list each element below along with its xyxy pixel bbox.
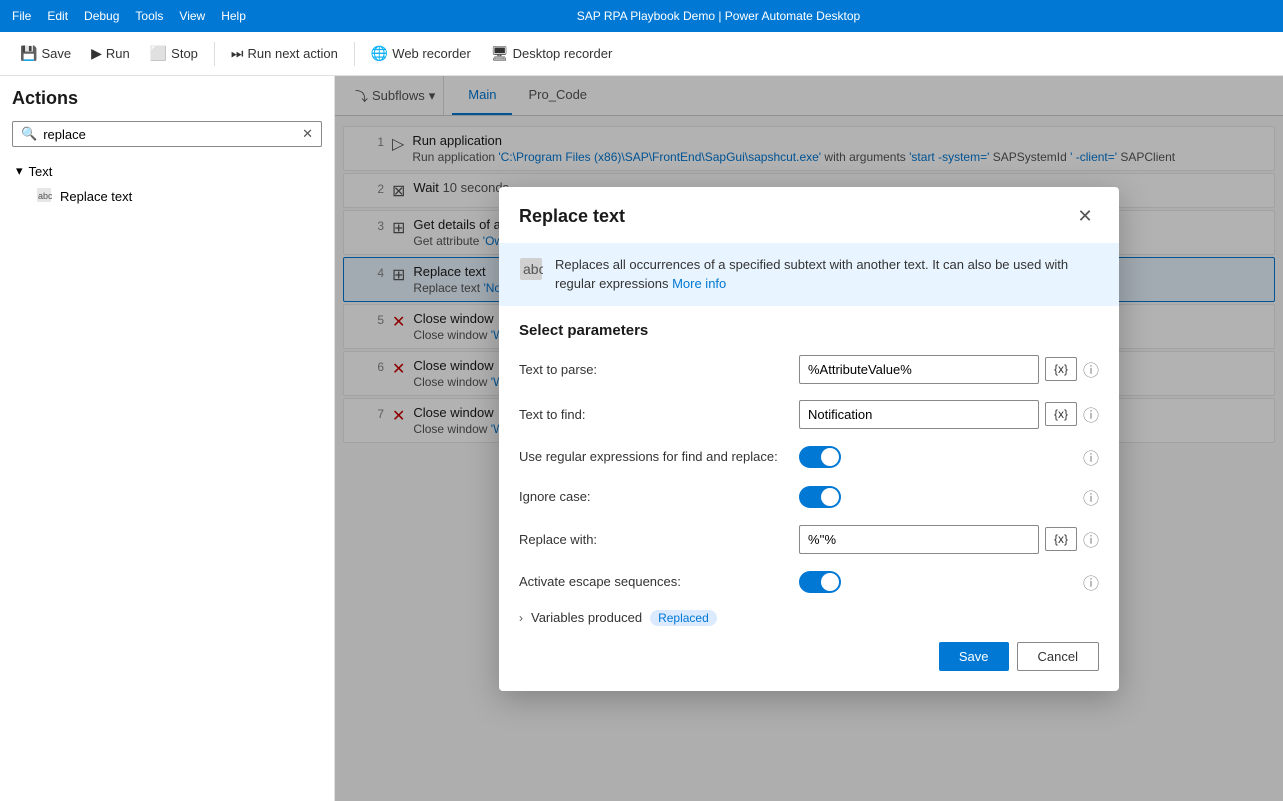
param-label: Replace with: <box>519 532 799 547</box>
variables-chevron-icon: › <box>519 611 523 625</box>
sidebar-item-replace-text[interactable]: abc Replace text <box>12 183 322 210</box>
replace-with-info-icon[interactable]: ⓘ <box>1083 527 1099 551</box>
param-label: Text to parse: <box>519 362 799 377</box>
toggle-thumb <box>821 488 839 506</box>
param-input-wrap: {x} <box>799 400 1077 429</box>
text-to-find-input[interactable] <box>799 400 1039 429</box>
param-row-ignore-case: Ignore case: ⓘ <box>519 485 1099 509</box>
dialog-save-button[interactable]: Save <box>939 642 1009 671</box>
regex-info-icon[interactable]: ⓘ <box>1083 445 1099 469</box>
toggle-thumb <box>821 448 839 466</box>
text-to-find-info-icon[interactable]: ⓘ <box>1083 402 1099 426</box>
main-layout: Actions 🔍 ✕ ▾ Text abc Replace text <box>0 76 1283 801</box>
run-next-icon: ⏭ <box>231 45 244 62</box>
param-label: Text to find: <box>519 407 799 422</box>
replace-text-dialog: Replace text ✕ abc Replaces all occurren… <box>499 187 1119 691</box>
sidebar-title: Actions <box>12 88 322 109</box>
text-to-parse-input[interactable] <box>799 355 1039 384</box>
sidebar: Actions 🔍 ✕ ▾ Text abc Replace text <box>0 76 335 801</box>
variables-label: Variables produced <box>531 610 642 625</box>
clear-search-icon[interactable]: ✕ <box>302 126 313 142</box>
param-input-wrap <box>799 486 1077 508</box>
escape-info-icon[interactable]: ⓘ <box>1083 570 1099 594</box>
menu-help[interactable]: Help <box>221 9 246 23</box>
separator <box>214 42 215 66</box>
dialog-body: Select parameters Text to parse: {x} ⓘ T… <box>499 322 1119 594</box>
toggle-thumb <box>821 573 839 591</box>
save-icon: 💾 <box>20 45 37 62</box>
app-title: SAP RPA Playbook Demo | Power Automate D… <box>577 9 860 23</box>
menu-file[interactable]: File <box>12 9 31 23</box>
stop-icon: ⬜ <box>150 45 167 62</box>
run-icon: ▶ <box>91 45 102 62</box>
param-input-wrap: {x} <box>799 525 1077 554</box>
save-button[interactable]: 💾 Save <box>12 41 79 66</box>
param-row-replace-with: Replace with: {x} ⓘ <box>519 525 1099 554</box>
run-button[interactable]: ▶ Run <box>83 41 138 66</box>
svg-text:abc: abc <box>523 261 543 277</box>
param-input-wrap: {x} <box>799 355 1077 384</box>
ignore-case-toggle[interactable] <box>799 486 841 508</box>
param-label: Ignore case: <box>519 489 799 504</box>
param-row-escape: Activate escape sequences: ⓘ <box>519 570 1099 594</box>
param-input-wrap <box>799 446 1077 468</box>
separator2 <box>354 42 355 66</box>
action-category-text: ▾ Text abc Replace text <box>12 159 322 210</box>
variables-section: › Variables produced Replaced <box>499 610 1119 626</box>
more-info-link[interactable]: More info <box>672 276 726 291</box>
category-header-text[interactable]: ▾ Text <box>12 159 322 183</box>
run-next-button[interactable]: ⏭ Run next action <box>223 41 346 66</box>
menu-tools[interactable]: Tools <box>135 9 163 23</box>
dialog-info-text: Replaces all occurrences of a specified … <box>555 255 1099 294</box>
param-label: Activate escape sequences: <box>519 574 799 589</box>
menu-bar[interactable]: File Edit Debug Tools View Help <box>12 9 246 23</box>
text-to-parse-var-button[interactable]: {x} <box>1045 357 1077 381</box>
web-recorder-icon: 🌐 <box>371 45 388 62</box>
param-input-wrap <box>799 571 1077 593</box>
section-title: Select parameters <box>519 322 1099 339</box>
param-row-regex: Use regular expressions for find and rep… <box>519 445 1099 469</box>
variables-header[interactable]: › Variables produced Replaced <box>519 610 1099 626</box>
param-row-text-to-find: Text to find: {x} ⓘ <box>519 400 1099 429</box>
replace-with-var-button[interactable]: {x} <box>1045 527 1077 551</box>
info-icon: abc <box>519 257 543 287</box>
dialog-cancel-button[interactable]: Cancel <box>1017 642 1099 671</box>
search-box: 🔍 ✕ <box>12 121 322 147</box>
dialog-footer: Save Cancel <box>499 626 1119 671</box>
menu-edit[interactable]: Edit <box>47 9 68 23</box>
replace-with-input[interactable] <box>799 525 1039 554</box>
desktop-recorder-button[interactable]: 🖥 Desktop recorder <box>483 41 621 66</box>
search-icon: 🔍 <box>21 126 37 142</box>
search-input[interactable] <box>43 127 302 142</box>
escape-toggle[interactable] <box>799 571 841 593</box>
menu-view[interactable]: View <box>179 9 205 23</box>
dialog-close-button[interactable]: ✕ <box>1071 203 1099 231</box>
param-row-text-to-parse: Text to parse: {x} ⓘ <box>519 355 1099 384</box>
variable-badge: Replaced <box>650 610 717 626</box>
dialog-info-banner: abc Replaces all occurrences of a specif… <box>499 243 1119 306</box>
chevron-down-icon: ▾ <box>16 163 23 179</box>
svg-text:abc: abc <box>38 191 52 201</box>
toolbar: 💾 Save ▶ Run ⬜ Stop ⏭ Run next action 🌐 … <box>0 32 1283 76</box>
desktop-recorder-icon: 🖥 <box>491 45 509 62</box>
title-bar: File Edit Debug Tools View Help SAP RPA … <box>0 0 1283 32</box>
dialog-header: Replace text ✕ <box>499 187 1119 243</box>
dialog-title: Replace text <box>519 206 625 227</box>
text-to-find-var-button[interactable]: {x} <box>1045 402 1077 426</box>
param-label: Use regular expressions for find and rep… <box>519 449 799 464</box>
web-recorder-button[interactable]: 🌐 Web recorder <box>363 41 479 66</box>
menu-debug[interactable]: Debug <box>84 9 119 23</box>
regex-toggle[interactable] <box>799 446 841 468</box>
text-to-parse-info-icon[interactable]: ⓘ <box>1083 357 1099 381</box>
ignore-case-info-icon[interactable]: ⓘ <box>1083 485 1099 509</box>
stop-button[interactable]: ⬜ Stop <box>142 41 206 66</box>
replace-text-icon: abc <box>36 187 52 206</box>
content-area: ⤵ Subflows ▾ Main Pro_Code 1 ▷ Run appli… <box>335 76 1283 801</box>
